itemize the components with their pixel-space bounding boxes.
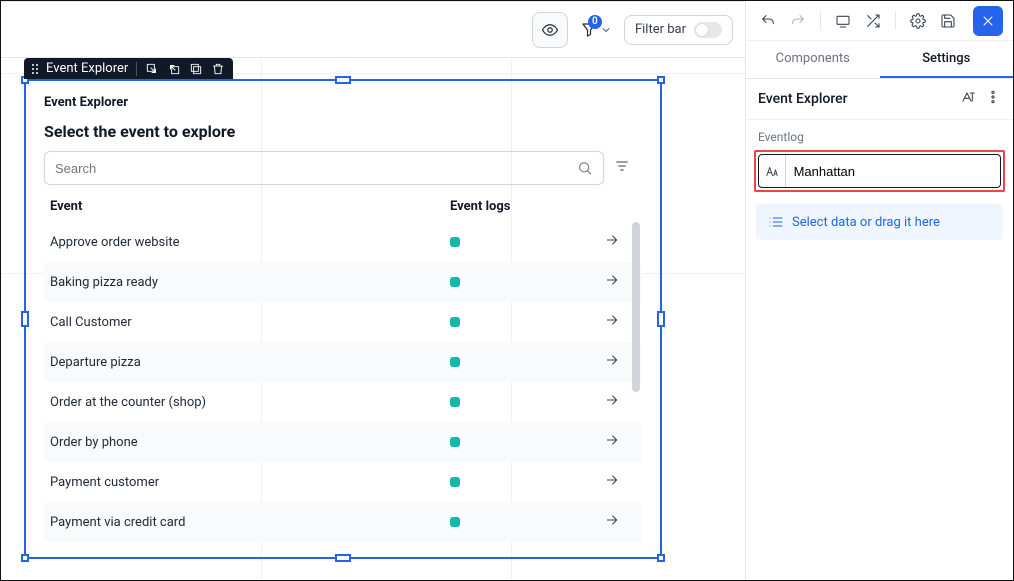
close-button[interactable] xyxy=(973,6,1003,36)
log-dot xyxy=(450,237,460,247)
table-row[interactable]: Baking pizza ready xyxy=(44,262,642,302)
save-button[interactable] xyxy=(936,9,960,33)
table-row[interactable]: Order at the counter (shop) xyxy=(44,382,642,422)
table-row[interactable]: Departure pizza xyxy=(44,342,642,382)
list-icon xyxy=(768,214,784,230)
arrow-right-icon[interactable] xyxy=(604,472,636,492)
trash-icon[interactable] xyxy=(211,62,225,76)
copy-icon[interactable] xyxy=(189,62,203,76)
selection-title: Event Explorer xyxy=(46,61,128,76)
toggle-switch[interactable] xyxy=(694,22,722,38)
text-type-icon xyxy=(759,155,786,187)
table-row[interactable]: Approve order website xyxy=(44,222,642,262)
filter-badge: 0 xyxy=(588,15,602,29)
text-style-icon[interactable] xyxy=(961,89,977,109)
filter-bar-toggle[interactable]: Filter bar xyxy=(624,15,733,45)
col-logs: Event logs xyxy=(450,199,636,214)
sidebar-toolbar xyxy=(746,1,1013,41)
arrow-right-icon[interactable] xyxy=(604,392,636,412)
redo-button[interactable] xyxy=(786,9,810,33)
widget-title: Event Explorer xyxy=(44,95,642,110)
drag-handle-icon[interactable] xyxy=(32,64,38,74)
arrow-right-icon[interactable] xyxy=(604,512,636,532)
table-row[interactable]: Order by phone xyxy=(44,422,642,462)
filter-icon[interactable] xyxy=(614,158,630,178)
tab-settings[interactable]: Settings xyxy=(880,41,1014,78)
table-row[interactable]: Payment via credit card xyxy=(44,502,642,542)
search-input[interactable] xyxy=(55,161,577,176)
scrollbar-thumb[interactable] xyxy=(632,222,640,392)
eventlog-input[interactable] xyxy=(786,164,1000,179)
search-icon xyxy=(577,160,593,176)
selection-frame[interactable]: Event Explorer Select the event to explo… xyxy=(24,79,662,559)
log-dot xyxy=(450,317,460,327)
eventlog-field[interactable] xyxy=(758,154,1001,188)
present-button[interactable] xyxy=(831,9,855,33)
log-dot xyxy=(450,477,460,487)
dropzone-label: Select data or drag it here xyxy=(792,215,940,230)
settings-button[interactable] xyxy=(906,9,930,33)
filters-button[interactable]: 0 xyxy=(576,15,616,45)
col-event: Event xyxy=(50,199,450,214)
eventlog-field-highlighted xyxy=(754,150,1005,192)
duplicate-out-icon[interactable] xyxy=(145,62,159,76)
data-dropzone[interactable]: Select data or drag it here xyxy=(756,204,1003,240)
sidebar-tabs: Components Settings xyxy=(746,41,1013,79)
undo-button[interactable] xyxy=(756,9,780,33)
duplicate-in-icon[interactable] xyxy=(167,62,181,76)
table-row[interactable]: Payment customer xyxy=(44,462,642,502)
log-dot xyxy=(450,517,460,527)
sidebar-header-title: Event Explorer xyxy=(758,91,848,107)
log-dot xyxy=(450,437,460,447)
log-dot xyxy=(450,357,460,367)
arrow-right-icon[interactable] xyxy=(604,432,636,452)
log-dot xyxy=(450,277,460,287)
widget-subtitle: Select the event to explore xyxy=(44,122,642,141)
table-rows: Approve order website Baking pizza ready… xyxy=(44,222,642,542)
eye-icon xyxy=(541,21,559,39)
event-explorer-widget: Event Explorer Select the event to explo… xyxy=(26,81,660,557)
search-input-wrapper[interactable] xyxy=(44,151,604,185)
tab-components[interactable]: Components xyxy=(746,41,880,78)
selection-toolbar[interactable]: Event Explorer xyxy=(24,58,233,79)
more-icon[interactable] xyxy=(985,89,1001,109)
preview-button[interactable] xyxy=(532,12,568,48)
filter-bar-label: Filter bar xyxy=(635,22,686,37)
canvas-topbar: 0 Filter bar xyxy=(1,2,745,58)
table-header: Event Event logs xyxy=(44,191,642,222)
design-canvas[interactable]: 0 Filter bar Event Explorer xyxy=(1,1,745,580)
sidebar: Components Settings Event Explorer Event… xyxy=(745,1,1013,580)
chevron-down-icon xyxy=(600,24,612,36)
section-label-eventlog: Eventlog xyxy=(746,120,1013,144)
shuffle-button[interactable] xyxy=(861,9,885,33)
sidebar-header: Event Explorer xyxy=(746,79,1013,120)
table-row[interactable]: Call Customer xyxy=(44,302,642,342)
log-dot xyxy=(450,397,460,407)
